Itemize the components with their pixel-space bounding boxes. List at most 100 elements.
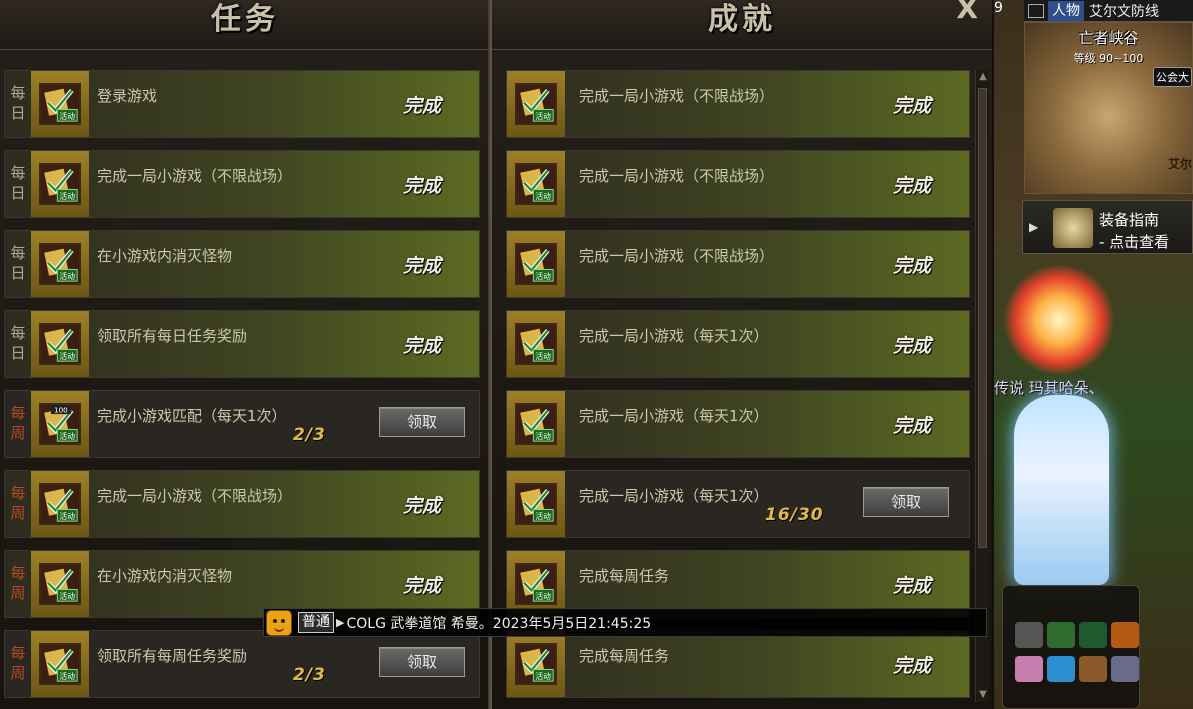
svg-text:活动: 活动 (536, 111, 552, 121)
svg-text:活动: 活动 (536, 431, 552, 441)
activity-checkmark-icon: 活动 (515, 403, 557, 445)
white-wolf-character (1014, 395, 1109, 585)
scroll-thumb[interactable] (978, 88, 987, 548)
svg-text:活动: 活动 (60, 191, 76, 201)
tab-character[interactable]: 人物 (1048, 0, 1084, 21)
task-name: 完成一局小游戏（每天1次） (579, 487, 769, 505)
quest-panel-header: 任务 (0, 0, 490, 50)
task-row-completed: 每 日活动 领取所有每日任务奖励 完成 (4, 310, 480, 378)
activity-checkmark-icon: 活动 (515, 163, 557, 205)
expand-arrow-icon[interactable]: ▶ (1029, 220, 1038, 234)
claim-reward-button[interactable]: 领取 (863, 487, 949, 517)
activity-checkmark-icon: 活动 (39, 163, 81, 205)
guide-subtitle: - 点击查看 (1099, 233, 1170, 251)
gem-icon[interactable] (1111, 656, 1139, 682)
task-row-completed: 每 日活动 登录游戏 完成 (4, 70, 480, 138)
scroll-down-arrow-icon[interactable]: ▼ (976, 688, 990, 702)
book-icon[interactable] (1079, 622, 1107, 648)
smile-emote-icon[interactable] (266, 609, 292, 636)
task-icon-frame: 活动 (31, 311, 89, 377)
side-number: 9 (994, 0, 1003, 16)
task-icon-frame: 活动 (507, 71, 565, 137)
activity-checkmark-icon: 活动 (515, 83, 557, 125)
task-row-claimable: 每 周活动 100 完成小游戏匹配（每天1次） 2/3 领取 (4, 390, 480, 458)
progress-count: 2/3 (293, 425, 326, 445)
minimap-toggle-icon[interactable] (1028, 3, 1044, 18)
task-name: 完成一局小游戏（每天1次） (579, 407, 769, 425)
task-row-completed: 每 周活动 完成一局小游戏（不限战场） 完成 (4, 470, 480, 538)
task-icon-frame: 活动 (507, 151, 565, 217)
task-icon-frame: 活动 (31, 471, 89, 537)
scroll-icon[interactable] (1079, 656, 1107, 682)
task-row-claimable: 每 周活动 领取所有每周任务奖励 2/3 领取 (4, 630, 480, 698)
svg-text:100: 100 (54, 406, 68, 415)
period-label: 每 日 (10, 324, 26, 362)
chat-message-bar: 普通 ▶ COLG 武拳道馆 希曼。2023年5月5日21:45:25 (263, 608, 987, 637)
status-complete-label: 完成 (893, 655, 932, 677)
chat-arrow-icon: ▶ (336, 616, 345, 629)
task-name: 领取所有每日任务奖励 (97, 327, 248, 345)
task-row-completed: 每 日活动 完成一局小游戏（不限战场） 完成 (4, 150, 480, 218)
achievement-panel: 成就 X 活动 完成一局小游戏（不限战场） 完成 活动 完成一局小游戏（不限战场） 完成活… (492, 0, 992, 709)
status-complete-label: 完成 (893, 335, 932, 357)
quest-panel: 任务 每 日活动 登录游戏 完成每 日活动 完成一局小游戏（不限战场） 完成每 日活动在… (0, 0, 490, 709)
task-icon-frame: 活动 (507, 311, 565, 377)
task-name: 登录游戏 (97, 87, 158, 105)
quest-panel-title: 任务 (211, 2, 279, 37)
activity-checkmark-icon: 活动 (39, 643, 81, 685)
task-icon-frame: 活动 (31, 631, 89, 697)
levelup-icon[interactable] (1111, 622, 1139, 648)
task-name: 完成一局小游戏（不限战场） (97, 487, 293, 505)
scroll-up-arrow-icon[interactable]: ▲ (976, 70, 990, 84)
achievement-panel-title: 成就 (708, 2, 776, 37)
task-name: 完成一局小游戏（不限战场） (579, 247, 775, 265)
status-complete-label: 完成 (893, 415, 932, 437)
activity-checkmark-icon: 活动 (515, 323, 557, 365)
svg-text:活动: 活动 (60, 671, 76, 681)
sprout-icon[interactable] (1047, 622, 1075, 648)
map-level: 等级 90~100 (1073, 52, 1144, 65)
task-row-completed: 每 日活动 在小游戏内消灭怪物 完成 (4, 230, 480, 298)
period-label: 每 周 (10, 484, 26, 522)
task-name: 完成每周任务 (579, 567, 670, 585)
suit-icon[interactable] (1015, 622, 1043, 648)
period-label: 每 日 (10, 84, 26, 122)
status-complete-label: 完成 (403, 575, 442, 597)
task-name: 领取所有每周任务奖励 (97, 647, 248, 665)
progress-count: 16/30 (765, 505, 824, 525)
task-row-completed: 活动 完成一局小游戏（不限战场） 完成 (506, 70, 970, 138)
svg-text:活动: 活动 (536, 511, 552, 521)
svg-text:活动: 活动 (60, 271, 76, 281)
svg-text:活动: 活动 (60, 111, 76, 121)
activity-checkmark-icon: 活动 (39, 243, 81, 285)
svg-text:活动: 活动 (60, 431, 76, 441)
map-guild-label[interactable]: 公会大 (1153, 67, 1192, 87)
status-complete-label: 完成 (403, 495, 442, 517)
activity-checkmark-icon: 活动 (515, 643, 557, 685)
avatar-icon[interactable] (1015, 656, 1043, 682)
task-name: 在小游戏内消灭怪物 (97, 567, 233, 585)
svg-text:活动: 活动 (60, 351, 76, 361)
quick-menu (1002, 585, 1140, 709)
minimap[interactable]: 亡者峡谷 等级 90~100 公会大 艾尔 (1024, 22, 1193, 194)
task-row-completed: 活动 完成一局小游戏（不限战场） 完成 (506, 150, 970, 218)
svg-text:活动: 活动 (536, 191, 552, 201)
activity-checkmark-icon: 活动 (515, 563, 557, 605)
period-label: 每 周 (10, 404, 26, 442)
task-icon-frame: 活动 (507, 631, 565, 697)
task-name: 完成小游戏匹配（每天1次） (97, 407, 287, 425)
chat-channel-badge[interactable]: 普通 (298, 612, 334, 633)
activity-checkmark-icon: 活动 (515, 243, 557, 285)
claim-reward-button[interactable]: 领取 (379, 647, 465, 677)
tp-icon[interactable] (1047, 656, 1075, 682)
svg-text:活动: 活动 (536, 271, 552, 281)
task-icon-frame: 活动 (31, 71, 89, 137)
equipment-guide[interactable]: ▶ 装备指南 - 点击查看 (1022, 200, 1193, 254)
claim-reward-button[interactable]: 领取 (379, 407, 465, 437)
task-row-completed: 活动 完成一局小游戏（不限战场） 完成 (506, 230, 970, 298)
period-label: 每 周 (10, 644, 26, 682)
task-name: 在小游戏内消灭怪物 (97, 247, 233, 265)
close-button[interactable]: X (956, 0, 978, 25)
task-name: 完成每周任务 (579, 647, 670, 665)
area-name: 艾尔文防线 (1089, 3, 1159, 20)
